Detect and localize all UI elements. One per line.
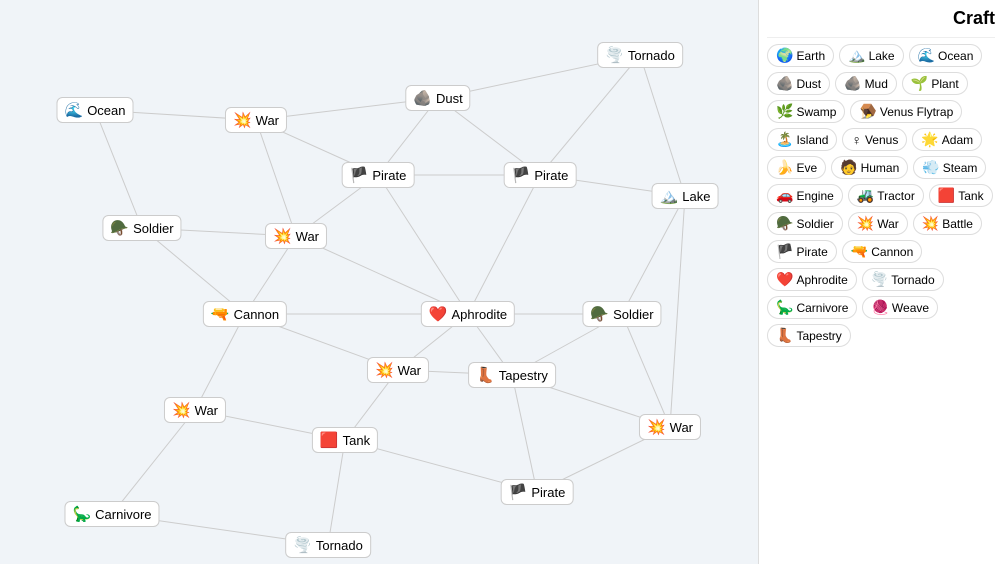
node-war5[interactable]: 💥War xyxy=(639,414,701,440)
node-soldier1[interactable]: 🪖Soldier xyxy=(102,215,181,241)
node-soldier2[interactable]: 🪖Soldier xyxy=(582,301,661,327)
sidebar-item-tornado[interactable]: 🌪️Tornado xyxy=(862,268,944,291)
sidebar-item-human[interactable]: 🧑Human xyxy=(831,156,908,179)
sidebar-item-earth[interactable]: 🌍Earth xyxy=(767,44,834,67)
sidebar-item-ocean[interactable]: 🌊Ocean xyxy=(909,44,983,67)
sidebar-item-tank[interactable]: 🟥Tank xyxy=(929,184,993,207)
sidebar-item-aphrodite[interactable]: ❤️Aphrodite xyxy=(767,268,857,291)
sidebar-item-soldier[interactable]: 🪖Soldier xyxy=(767,212,843,235)
sidebar-item-tapestry[interactable]: 👢Tapestry xyxy=(767,324,851,347)
node-war4[interactable]: 💥War xyxy=(164,397,226,423)
node-tapestry1[interactable]: 👢Tapestry xyxy=(468,362,556,388)
node-aphrodite1[interactable]: ❤️Aphrodite xyxy=(421,301,515,327)
sidebar-item-lake[interactable]: 🏔️Lake xyxy=(839,44,903,67)
sidebar-item-steam[interactable]: 💨Steam xyxy=(913,156,986,179)
sidebar-item-mud[interactable]: 🪨Mud xyxy=(835,72,897,95)
node-war3[interactable]: 💥War xyxy=(367,357,429,383)
node-tornado1[interactable]: 🌪️Tornado xyxy=(597,42,683,68)
connections-svg xyxy=(0,0,758,564)
sidebar-item-carnivore[interactable]: 🦕Carnivore xyxy=(767,296,857,319)
sidebar: Craft 🌍Earth🏔️Lake 🌊Ocean 🪨Dust🪨Mud🌱Plant 🌿… xyxy=(758,0,1003,564)
sidebar-item-engine[interactable]: 🚗Engine xyxy=(767,184,843,207)
sidebar-title: Craft xyxy=(767,8,995,38)
sidebar-item-tractor[interactable]: 🚜Tractor xyxy=(848,184,924,207)
sidebar-item-weave[interactable]: 🧶Weave xyxy=(862,296,938,319)
node-pirate3[interactable]: 🏴Pirate xyxy=(501,479,574,505)
sidebar-item-pirate[interactable]: 🏴Pirate xyxy=(767,240,837,263)
node-ocean1[interactable]: 🌊Ocean xyxy=(57,97,134,123)
node-dust1[interactable]: 🪨Dust xyxy=(405,85,470,111)
sidebar-item-eve[interactable]: 🍌Eve xyxy=(767,156,826,179)
sidebar-item-battle[interactable]: 💥Battle xyxy=(913,212,982,235)
node-war2[interactable]: 💥War xyxy=(265,223,327,249)
sidebar-item-island[interactable]: 🏝️Island xyxy=(767,128,837,151)
node-tank1[interactable]: 🟥Tank xyxy=(312,427,378,453)
sidebar-item-venus-flytrap[interactable]: 🪤Venus Flytrap xyxy=(850,100,962,123)
sidebar-item-plant[interactable]: 🌱Plant xyxy=(902,72,968,95)
sidebar-item-war[interactable]: 💥War xyxy=(848,212,908,235)
node-lake1[interactable]: 🏔️Lake xyxy=(652,183,719,209)
node-cannon1[interactable]: 🔫Cannon xyxy=(203,301,287,327)
node-war1[interactable]: 💥War xyxy=(225,107,287,133)
sidebar-item-cannon[interactable]: 🔫Cannon xyxy=(842,240,922,263)
sidebar-grid: 🌍Earth🏔️Lake 🌊Ocean 🪨Dust🪨Mud🌱Plant 🌿Swamp🪤… xyxy=(767,44,995,347)
node-pirate2[interactable]: 🏴Pirate xyxy=(504,162,577,188)
node-tornado2[interactable]: 🌪️Tornado xyxy=(285,532,371,558)
sidebar-item-adam[interactable]: 🌟Adam xyxy=(912,128,982,151)
node-carnivore1[interactable]: 🦕Carnivore xyxy=(64,501,159,527)
canvas-area: 🌪️Tornado 🪨Dust 🌊Ocean 💥War 🏴Pirate 🏴Pirate 🏔️… xyxy=(0,0,758,564)
sidebar-item-swamp[interactable]: 🌿Swamp xyxy=(767,100,845,123)
node-pirate1[interactable]: 🏴Pirate xyxy=(342,162,415,188)
sidebar-item-venus[interactable]: ♀Venus xyxy=(842,128,907,151)
sidebar-item-dust[interactable]: 🪨Dust xyxy=(767,72,830,95)
